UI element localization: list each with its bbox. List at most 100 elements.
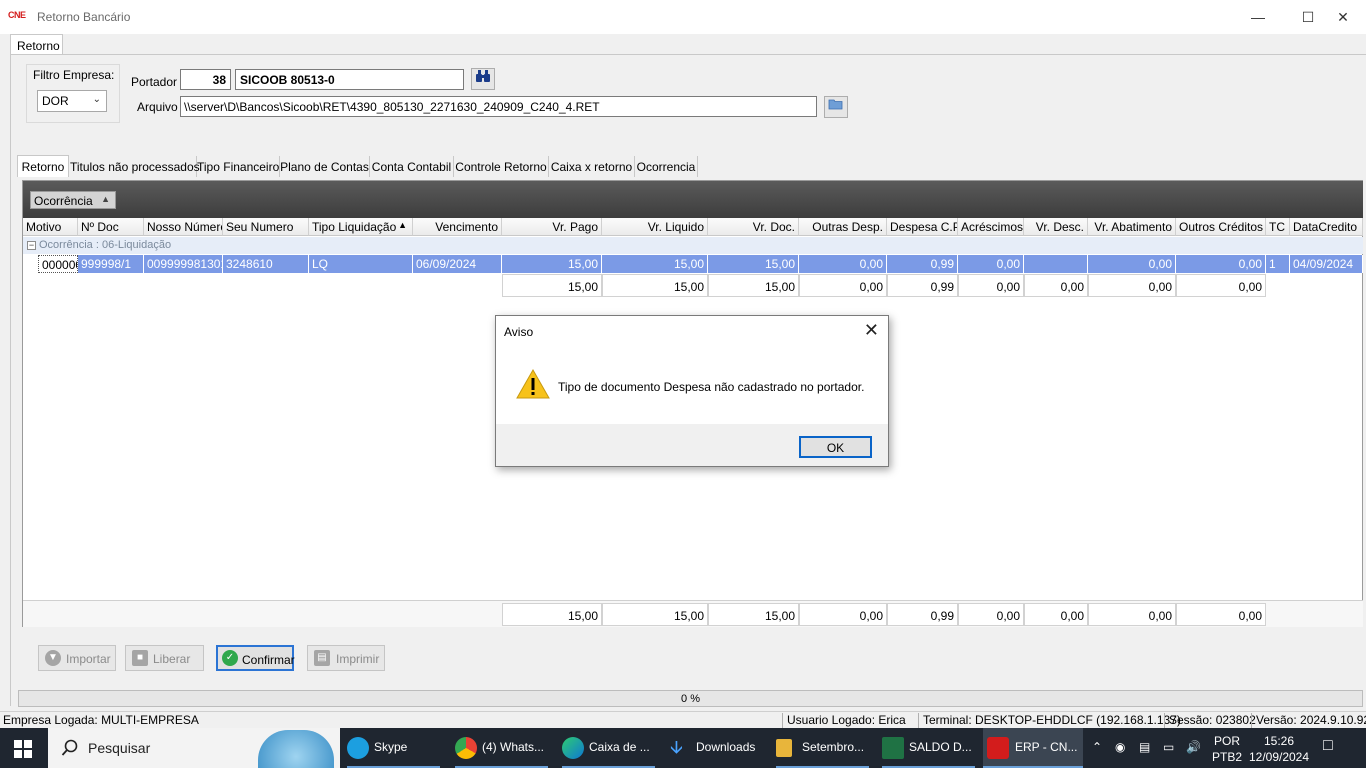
col-header-acrescimos[interactable]: Acréscimos [958, 218, 1024, 236]
status-divider [918, 713, 919, 728]
cell-vr-doc[interactable]: 15,00 [708, 255, 799, 273]
cell-acrescimos[interactable]: 0,00 [958, 255, 1024, 273]
windows-start-button[interactable] [14, 740, 32, 758]
cell-vr-abatimento[interactable]: 0,00 [1088, 255, 1176, 273]
footer-total-outras-desp: 0,00 [799, 603, 887, 626]
cell-vr-desc[interactable] [1024, 255, 1088, 273]
cell-vr-pago[interactable]: 15,00 [502, 255, 602, 273]
liberar-button[interactable]: ■ Liberar [125, 645, 204, 671]
taskbar-skype-label: Skype [374, 740, 408, 754]
tab-caixa-x-retorno[interactable]: Caixa x retorno [549, 156, 635, 177]
status-divider [1251, 713, 1252, 728]
col-header-motivo[interactable]: Motivo [23, 218, 78, 236]
notification-icon[interactable]: □ [1323, 728, 1343, 768]
group-row-liquidacao[interactable]: − Ocorrência : 06-Liquidação [23, 237, 1363, 254]
filtro-empresa-label: Filtro Empresa: [33, 68, 115, 82]
printer-icon: ▤ [314, 650, 330, 666]
cell-despesa-cp[interactable]: 0,99 [887, 255, 958, 273]
empresa-select[interactable]: DOR ⌄ [37, 90, 107, 112]
imprimir-label: Imprimir [336, 652, 380, 666]
cell-data-credito[interactable]: 04/09/2024 [1290, 255, 1363, 273]
footer-total-despesa-cp: 0,99 [887, 603, 958, 626]
col-header-vr-abatimento[interactable]: Vr. Abatimento [1088, 218, 1176, 236]
folder-icon [776, 739, 792, 757]
tray-language[interactable]: POR PTB2 [1212, 728, 1242, 768]
cell-outros-creditos[interactable]: 0,00 [1176, 255, 1266, 273]
group-row-label: Ocorrência : 06-Liquidação [39, 239, 172, 251]
confirmar-button[interactable]: ✓ Confirmar [216, 645, 295, 671]
collapse-icon[interactable]: − [27, 241, 36, 250]
portador-code-field[interactable]: 38 [180, 69, 231, 90]
col-header-outras-desp[interactable]: Outras Desp. [799, 218, 887, 236]
open-folder-button[interactable] [824, 96, 848, 118]
download-arrow-icon: 🡫 [670, 737, 683, 757]
tray-volume-icon[interactable]: 🔊 [1186, 728, 1204, 768]
group-total-vr-desc: 0,00 [1024, 274, 1088, 297]
cell-motivo[interactable]: 000000 [38, 255, 78, 273]
cell-tipo-liquidacao[interactable]: LQ [309, 255, 413, 273]
status-versao: Versão: 2024.9.10.92 [1256, 713, 1366, 727]
excel-icon [882, 737, 904, 759]
import-icon: ▼ [45, 650, 61, 666]
search-icon [61, 739, 78, 756]
taskbar-setembro[interactable]: Setembro... [776, 728, 869, 768]
col-header-tc[interactable]: TC [1266, 218, 1290, 236]
cell-nosso-numero[interactable]: 009999981301C [144, 255, 223, 273]
col-header-despesa-cp[interactable]: Despesa C.P. [887, 218, 958, 236]
taskbar-caixa-label: Caixa de ... [589, 740, 650, 754]
tray-meet-icon[interactable]: ◉ [1115, 728, 1131, 768]
footer-total-vr-liquido: 15,00 [602, 603, 708, 626]
close-button[interactable]: ✕ [1320, 0, 1366, 34]
tray-display-icon[interactable]: ▭ [1163, 728, 1179, 768]
dialog-ok-button[interactable]: OK [799, 436, 872, 458]
taskbar-skype[interactable]: Skype [347, 728, 440, 768]
tab-ocorrencia[interactable]: Ocorrencia [635, 156, 698, 177]
binoculars-search-button[interactable] [471, 68, 495, 90]
col-header-outros-creditos[interactable]: Outros Créditos [1176, 218, 1266, 236]
cell-outras-desp[interactable]: 0,00 [799, 255, 887, 273]
taskbar-caixa[interactable]: Caixa de ... [562, 728, 655, 768]
imprimir-button[interactable]: ▤ Imprimir [307, 645, 385, 671]
cell-vr-liquido[interactable]: 15,00 [602, 255, 708, 273]
col-header-vr-doc[interactable]: Vr. Doc. [708, 218, 799, 236]
importar-label: Importar [66, 652, 111, 666]
tray-network-icon[interactable]: ▤ [1139, 728, 1155, 768]
taskbar-saldo-excel[interactable]: SALDO D... [882, 728, 975, 768]
col-header-data-credito[interactable]: DataCredito [1290, 218, 1363, 236]
tab-plano-de-contas[interactable]: Plano de Contas [280, 156, 370, 177]
tab-tipo-financeiro[interactable]: Tipo Financeiro [197, 156, 280, 177]
col-header-vencimento[interactable]: Vencimento [413, 218, 502, 236]
col-header-nro-doc[interactable]: Nº Doc [78, 218, 144, 236]
cell-seu-numero[interactable]: 3248610 [223, 255, 309, 273]
tab-conta-contabil[interactable]: Conta Contabil [370, 156, 454, 177]
group-chip-ocorrencia[interactable]: Ocorrência ▲ [30, 191, 116, 209]
taskbar-search[interactable]: Pesquisar [48, 728, 340, 768]
col-header-tipo-liquidacao[interactable]: Tipo Liquidação ▲ [309, 218, 413, 236]
col-header-vr-desc[interactable]: Vr. Desc. [1024, 218, 1088, 236]
tray-clock[interactable]: 15:26 12/09/2024 [1246, 728, 1312, 768]
taskbar-erp[interactable]: ERP - CN... [983, 728, 1083, 768]
portador-name-field[interactable]: SICOOB 80513-0 [235, 69, 464, 90]
taskbar-downloads[interactable]: 🡫 Downloads [670, 728, 763, 768]
col-header-vr-liquido[interactable]: Vr. Liquido [602, 218, 708, 236]
sort-up-icon: ▲ [398, 220, 407, 230]
cell-tc[interactable]: 1 [1266, 255, 1290, 273]
cell-vencimento[interactable]: 06/09/2024 [413, 255, 502, 273]
tab-retorno[interactable]: Retorno [17, 155, 69, 177]
chevron-down-icon: ⌄ [92, 94, 101, 105]
col-header-vr-pago[interactable]: Vr. Pago [502, 218, 602, 236]
importar-button[interactable]: ▼ Importar [38, 645, 116, 671]
cell-nro-doc[interactable]: 999998/1 [78, 255, 144, 273]
progress-text: 0 % [681, 693, 700, 705]
arquivo-path-field[interactable]: \\server\D\Bancos\Sicoob\RET\4390_805130… [180, 96, 817, 117]
tab-retorno-outer[interactable]: Retorno [10, 34, 63, 55]
dialog-close-button[interactable]: ✕ [864, 320, 879, 341]
taskbar-whatsapp[interactable]: (4) Whats... [455, 728, 548, 768]
tab-titulos-nao-processados[interactable]: Titulos não processados [70, 156, 200, 177]
col-header-nosso-numero[interactable]: Nosso Número [144, 218, 223, 236]
col-header-seu-numero[interactable]: Seu Numero [223, 218, 309, 236]
tab-controle-retorno[interactable]: Controle Retorno [454, 156, 549, 177]
tray-chevron-up-icon[interactable]: ⌃ [1092, 728, 1106, 768]
minimize-button[interactable]: — [1235, 0, 1281, 34]
dialog-message: Tipo de documento Despesa não cadastrado… [558, 380, 865, 394]
